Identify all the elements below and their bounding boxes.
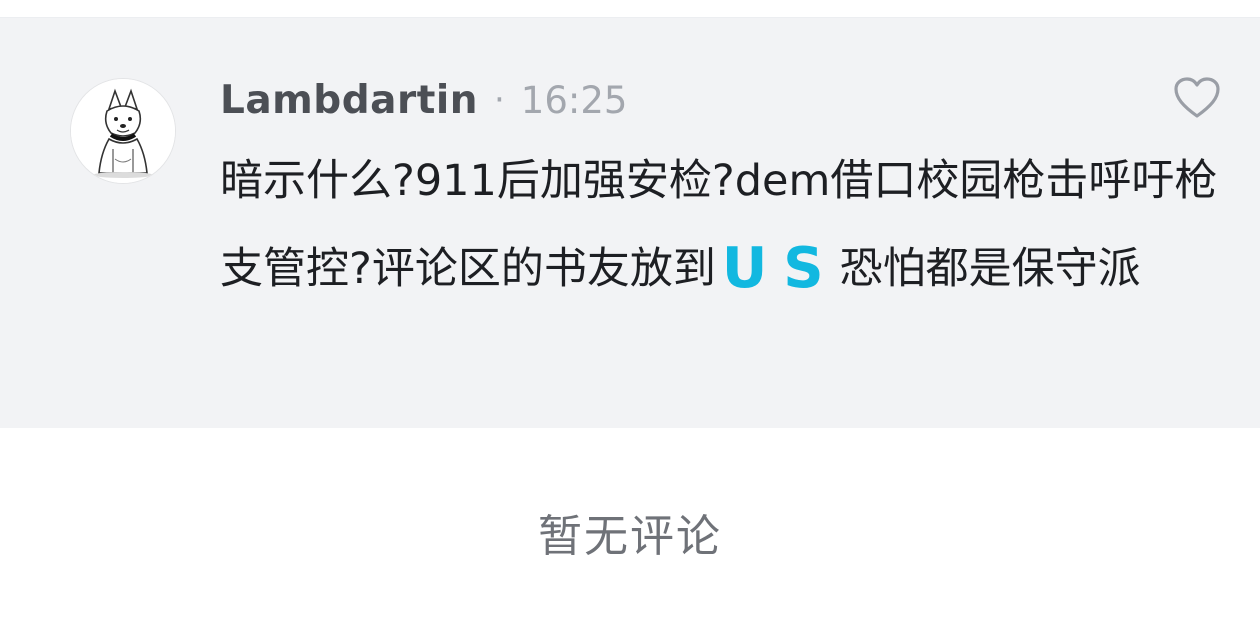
heart-outline-icon [1174,77,1220,118]
username[interactable]: Lambdartin [220,78,478,123]
timestamp: 16:25 [520,78,628,122]
top-divider [0,0,1260,18]
empty-replies-label: 暂无评论 [538,511,722,562]
avatar[interactable] [70,78,176,184]
comment-meta: Lambdartin · 16:25 [220,72,627,128]
comment-card: Lambdartin · 16:25 暗示什么?911后加强安检?dem借口校园… [0,18,1260,428]
like-button[interactable] [1173,76,1221,120]
meta-separator: · [493,80,505,120]
comment-text: 暗示什么?911后加强安检?dem借口校园枪击呼吁枪支管控?评论区的书友放到 US… [220,138,1230,313]
dog-avatar-icon [71,79,175,183]
us-emoji-icon: US [721,236,840,301]
comment-text-part2: 恐怕都是保守派 [839,244,1141,294]
